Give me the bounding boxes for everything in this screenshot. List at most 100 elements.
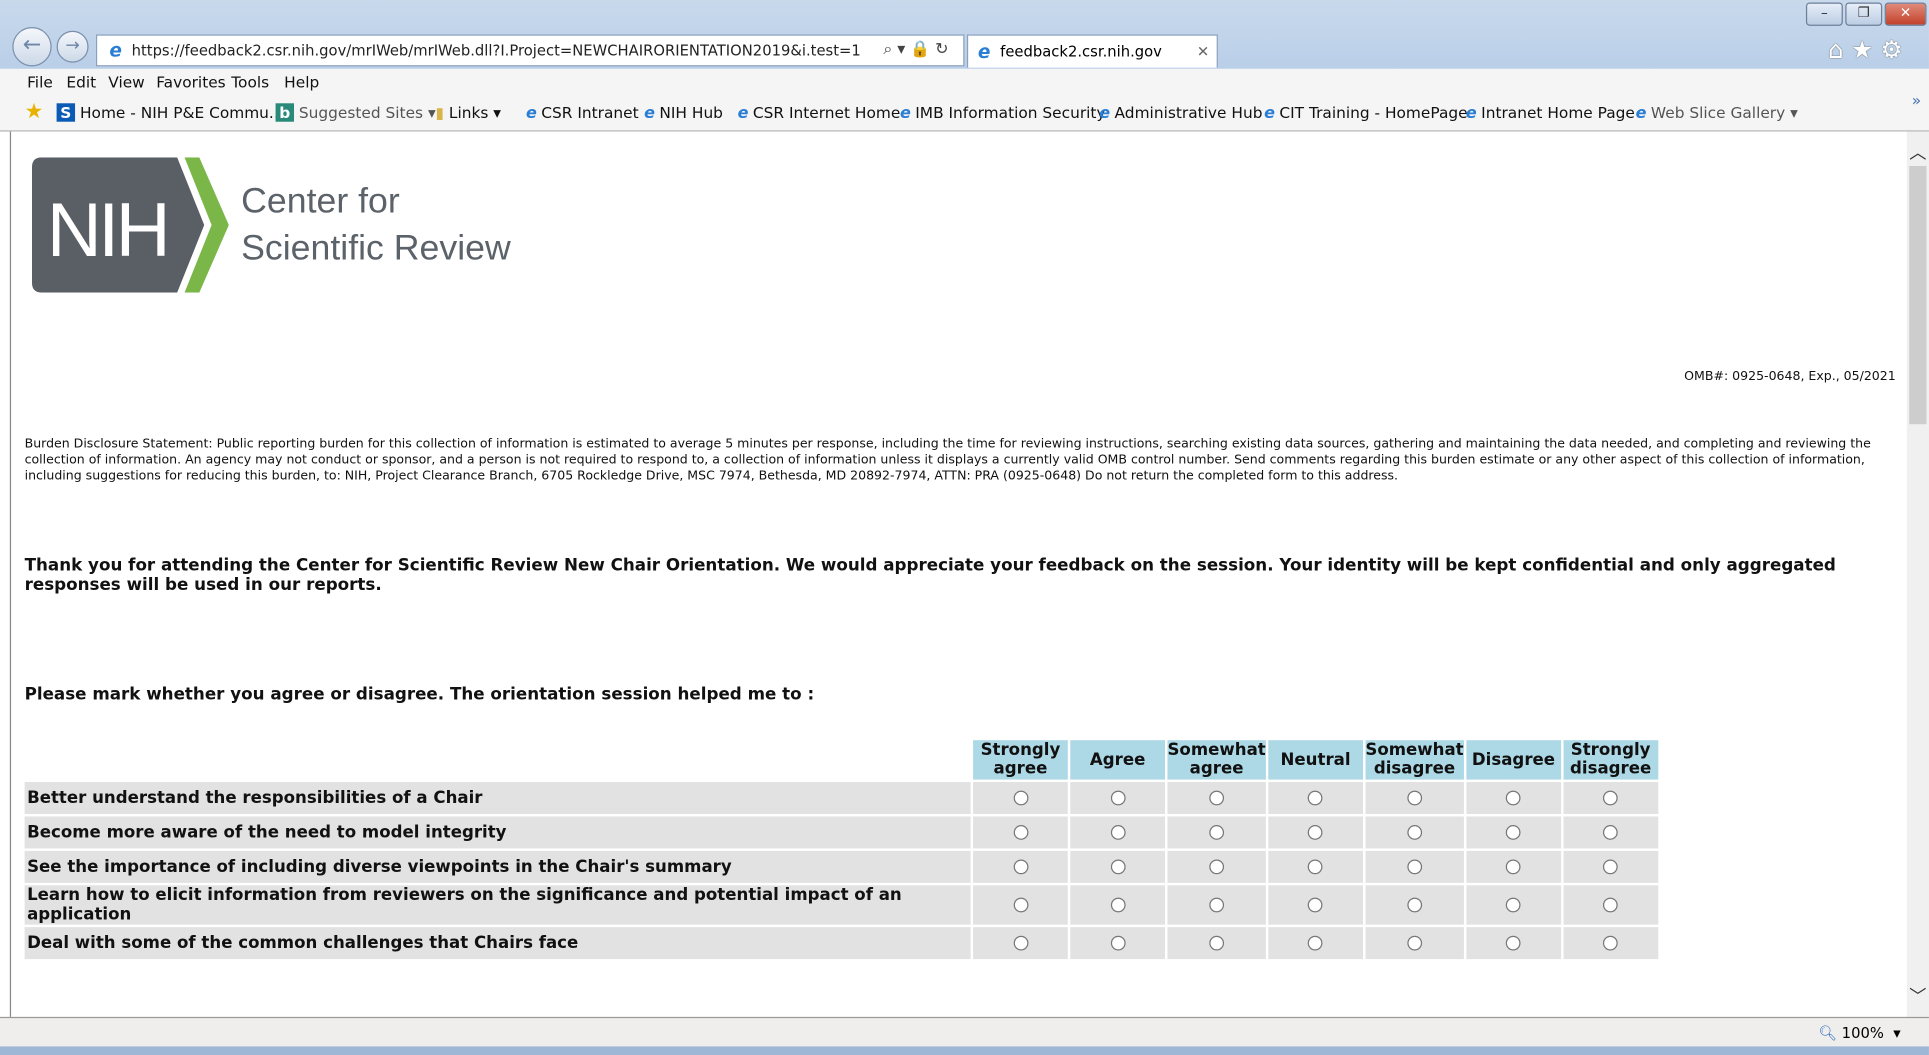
rating-radio[interactable] (1407, 859, 1422, 875)
rating-cell (973, 885, 1068, 925)
omb-number: OMB#: 0925-0648, Exp., 05/2021 (1684, 370, 1896, 384)
column-header: Neutral (1268, 740, 1363, 780)
rating-radio[interactable] (1308, 897, 1323, 913)
rating-radio[interactable] (1506, 790, 1521, 806)
menu-view[interactable]: View (108, 73, 145, 91)
address-tools-icons[interactable]: ⌕▾🔒↻ (883, 36, 953, 66)
menu-favorites[interactable]: Favorites (156, 73, 225, 91)
fav-web-slice-gallery[interactable]: e Web Slice Gallery ▾ (1631, 103, 1798, 123)
menu-file[interactable]: File (27, 73, 53, 91)
rating-radio[interactable] (1013, 859, 1028, 875)
fav-cit-training[interactable]: e CIT Training - HomePage (1260, 103, 1467, 123)
bing-icon: b (275, 103, 294, 122)
rating-cell (1563, 850, 1659, 883)
zoom-control[interactable]: 🔍︎ 100% ▾ (1818, 1024, 1900, 1041)
column-header: Disagree (1466, 740, 1561, 780)
rating-cell (1466, 816, 1561, 849)
rating-radio[interactable] (1013, 825, 1028, 840)
rating-radio[interactable] (1603, 897, 1619, 913)
rating-cell (1268, 816, 1363, 849)
rating-radio[interactable] (1209, 897, 1224, 913)
column-header: Somewhat agree (1167, 740, 1266, 780)
rating-cell (1365, 816, 1464, 849)
fav-intranet-home[interactable]: e Intranet Home Page (1461, 103, 1635, 123)
fav-imb-security[interactable]: e IMB Information Security (896, 103, 1106, 123)
rating-radio[interactable] (1209, 825, 1224, 840)
rating-radio[interactable] (1603, 790, 1619, 806)
question-label: Learn how to elicit information from rev… (24, 885, 971, 925)
fav-home[interactable]: S Home - NIH P&E Commu... (56, 103, 284, 122)
rating-radio[interactable] (1407, 790, 1422, 806)
rating-cell (1167, 782, 1266, 814)
rating-radio[interactable] (1308, 825, 1323, 840)
browser-tab[interactable]: e feedback2.csr.nih.gov ✕ (966, 34, 1218, 68)
scroll-up-icon[interactable]: ︿ (1909, 140, 1926, 165)
rating-radio[interactable] (1407, 935, 1422, 951)
rating-radio[interactable] (1603, 825, 1619, 840)
rating-radio[interactable] (1209, 859, 1224, 875)
rating-radio[interactable] (1209, 790, 1224, 806)
rating-radio[interactable] (1407, 825, 1422, 840)
rating-cell (1563, 885, 1659, 925)
back-button[interactable]: ← (12, 27, 52, 67)
rating-radio[interactable] (1506, 897, 1521, 913)
rating-radio[interactable] (1506, 859, 1521, 875)
rating-radio[interactable] (1110, 897, 1126, 913)
rating-radio[interactable] (1506, 935, 1521, 951)
rating-radio[interactable] (1308, 859, 1323, 875)
menu-tools[interactable]: Tools (231, 73, 269, 91)
status-bar: 🔍︎ 100% ▾ (0, 1016, 1929, 1048)
rating-cell (1365, 850, 1464, 883)
scroll-down-icon[interactable]: ﹀ (1909, 984, 1926, 1009)
menu-help[interactable]: Help (284, 73, 319, 91)
favorites-star-icon[interactable]: ★ (25, 100, 44, 125)
question-label: Deal with some of the common challenges … (24, 927, 971, 960)
fav-csr-internet-home[interactable]: e CSR Internet Home (733, 103, 901, 123)
rating-radio[interactable] (1407, 897, 1422, 913)
rating-radio[interactable] (1308, 790, 1323, 806)
rating-radio[interactable] (1110, 935, 1126, 951)
chevron-more-icon[interactable]: » (1912, 91, 1921, 109)
fav-suggested-sites[interactable]: b Suggested Sites ▾ (275, 103, 436, 122)
rating-cell (973, 782, 1068, 814)
rating-radio[interactable] (1506, 825, 1521, 840)
rating-cell (1268, 885, 1363, 925)
rating-radio[interactable] (1110, 790, 1126, 806)
menu-edit[interactable]: Edit (66, 73, 96, 91)
rating-cell (1070, 885, 1165, 925)
column-header-line: Neutral (1280, 749, 1351, 770)
nih-logo: NIH (31, 157, 229, 297)
rating-radio[interactable] (1013, 935, 1028, 951)
question-text: Please mark whether you agree or disagre… (24, 684, 815, 705)
rating-radio[interactable] (1110, 859, 1126, 875)
rating-cell (1167, 885, 1266, 925)
address-bar[interactable]: e https://feedback2.csr.nih.gov/mrIWeb/m… (95, 34, 965, 67)
question-row: Become more aware of the need to model i… (24, 816, 1659, 849)
rating-radio[interactable] (1603, 935, 1619, 951)
fav-label: IMB Information Security (915, 103, 1106, 122)
intro-text: Thank you for attending the Center for S… (24, 555, 1836, 596)
minimize-button[interactable]: – (1805, 2, 1843, 26)
fav-label: Home - NIH P&E Commu... (79, 103, 284, 122)
rating-radio[interactable] (1013, 790, 1028, 806)
forward-button[interactable]: → (56, 30, 89, 63)
restore-button[interactable]: ❐ (1845, 2, 1883, 26)
fav-nih-hub[interactable]: e NIH Hub (640, 103, 723, 123)
rating-cell (973, 850, 1068, 883)
fav-csr-intranet[interactable]: e CSR Intranet (522, 103, 639, 123)
rating-radio[interactable] (1308, 935, 1323, 951)
rating-radio[interactable] (1110, 825, 1126, 840)
close-window-button[interactable]: ✕ (1884, 2, 1927, 26)
fav-links[interactable]: ▮ Links ▾ (435, 103, 501, 121)
fav-administrative-hub[interactable]: e Administrative Hub (1095, 103, 1262, 123)
rating-cell (1466, 850, 1561, 883)
close-tab-icon[interactable]: ✕ (1197, 36, 1209, 68)
rating-radio[interactable] (1013, 897, 1028, 913)
rating-radio[interactable] (1209, 935, 1224, 951)
home-favorites-settings-icons[interactable]: ⌂★⚙ (1828, 34, 1910, 64)
question-label: See the importance of including diverse … (24, 850, 971, 883)
zoom-level: 100% (1841, 1024, 1884, 1042)
rating-radio[interactable] (1603, 859, 1619, 875)
fav-label: CSR Internet Home (752, 103, 901, 122)
scrollbar-thumb[interactable] (1909, 165, 1927, 425)
